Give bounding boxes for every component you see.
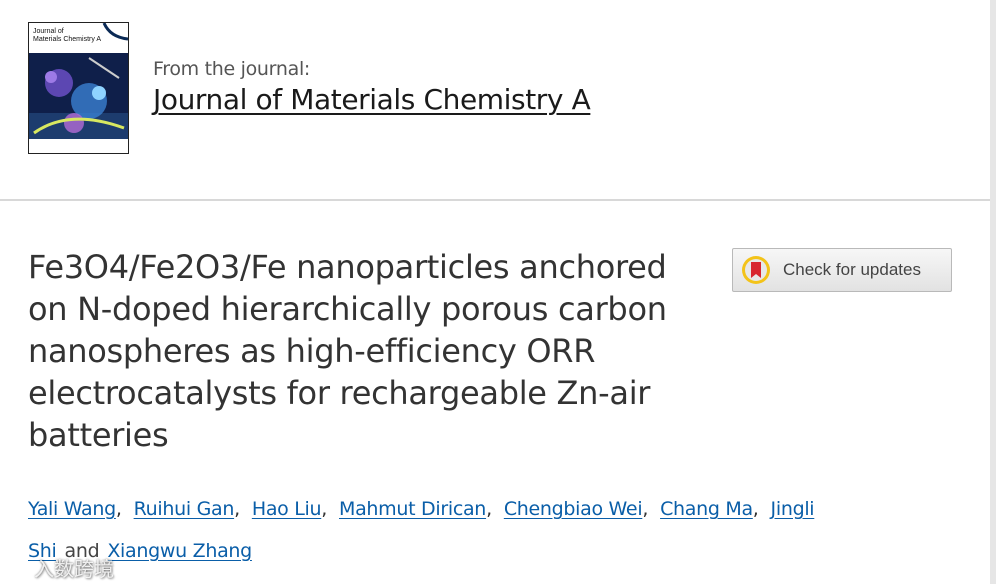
author-link[interactable]: Chengbiao Wei <box>504 498 643 520</box>
check-for-updates-button[interactable]: Check for updates <box>732 248 952 292</box>
cover-corner-arc-icon <box>102 23 128 41</box>
article-title: Fe3O4/Fe2O3/Fe nanoparticles anchored on… <box>28 248 667 454</box>
watermark-logo-icon <box>9 559 29 575</box>
check-for-updates-label: Check for updates <box>783 260 921 279</box>
journal-name-link[interactable]: Journal of Materials Chemistry A <box>153 83 591 116</box>
author-list: Yali Wang, Ruihui Gan, Hao Liu, Mahmut Diri… <box>28 498 815 562</box>
watermark-text: 入数跨境 <box>34 557 114 581</box>
author-link[interactable]: Chang Ma <box>660 498 753 520</box>
cover-title: Journal of Materials Chemistry A <box>33 28 102 43</box>
crossmark-icon <box>742 256 770 284</box>
journal-cover-thumbnail[interactable]: Journal of Materials Chemistry A <box>28 22 129 154</box>
scrollbar[interactable] <box>990 0 996 584</box>
watermark: 入数跨境 <box>8 553 114 582</box>
author-link[interactable]: Hao Liu <box>252 498 322 520</box>
author-link[interactable]: Yali Wang <box>28 498 116 520</box>
journal-header: Journal of Materials Chemistry A From th… <box>0 0 990 201</box>
from-journal-label: From the journal: <box>153 58 311 80</box>
author-link[interactable]: Xiangwu Zhang <box>107 540 252 562</box>
author-link[interactable]: Ruihui Gan <box>134 498 235 520</box>
author-link[interactable]: Mahmut Dirican <box>339 498 486 520</box>
cover-artwork <box>29 53 128 145</box>
